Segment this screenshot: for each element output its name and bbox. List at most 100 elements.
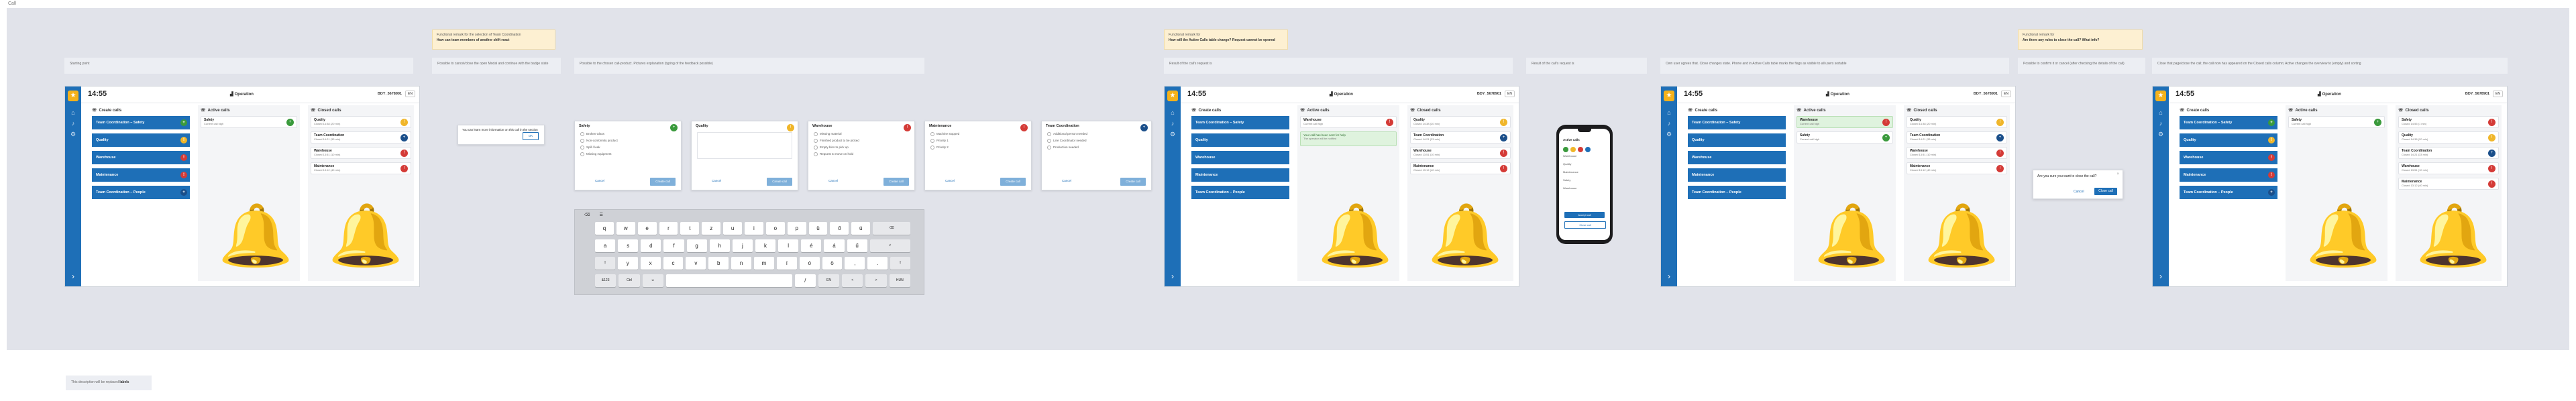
left-arrow-key[interactable]: <: [842, 274, 863, 287]
create-call-button[interactable]: Create call: [1000, 178, 1026, 186]
right-arrow-key[interactable]: >: [865, 274, 887, 287]
home-icon[interactable]: ⌂: [2157, 109, 2164, 116]
key[interactable]: á: [824, 239, 845, 252]
key[interactable]: v: [686, 257, 706, 270]
key[interactable]: x: [640, 257, 661, 270]
language-select[interactable]: EN: [405, 91, 415, 97]
active-call-card[interactable]: Safety Current call high +: [2288, 116, 2385, 128]
closed-call-card[interactable]: Team Coordination Closed 14:21 (33 min) +: [1907, 131, 2007, 144]
expand-sidebar-icon[interactable]: ›: [1168, 272, 1177, 281]
key[interactable]: é: [801, 239, 822, 252]
closed-call-card[interactable]: Team Coordination Closed 14:21 (33 min) +: [2398, 147, 2499, 159]
key[interactable]: .: [867, 257, 888, 270]
create-safety-button[interactable]: Team Coordination – Safety +: [2180, 116, 2277, 129]
closed-call-card[interactable]: Warehouse Closed 13:51 (10 min)!: [1410, 147, 1511, 159]
settings-icon[interactable]: ⚙: [1666, 131, 1672, 137]
closed-call-card[interactable]: Team Coordination Closed 14:21 (33 min) +: [311, 131, 411, 144]
menu-icon[interactable]: ☰: [599, 213, 602, 217]
key[interactable]: h: [709, 239, 730, 252]
option[interactable]: Priority 1: [925, 137, 1031, 144]
active-call-card[interactable]: Safety Current call high +: [201, 116, 297, 128]
closed-call-card[interactable]: Safety Closed 14:55 (1 min)!: [2398, 116, 2499, 128]
option[interactable]: Finished product to be picked: [808, 137, 914, 144]
key[interactable]: k: [755, 239, 776, 252]
closed-call-card[interactable]: Warehouse Closed 13:51 (10 min)!: [1907, 147, 2007, 159]
cancel-button[interactable]: Cancel: [1062, 179, 1071, 182]
bell-nav-icon[interactable]: ♪: [1666, 120, 1672, 127]
create-quality-button[interactable]: Quality!: [92, 133, 190, 147]
key[interactable]: ú: [851, 222, 871, 235]
closed-call-card[interactable]: Maintenance Closed 13:12 (40 min)!: [2398, 178, 2499, 190]
option[interactable]: Request to move on hold: [808, 151, 914, 158]
phone-row[interactable]: Safety: [1563, 178, 1570, 182]
create-maintenance-button[interactable]: Maintenance: [1191, 168, 1289, 182]
user-name[interactable]: BDY_5678901: [1974, 92, 1998, 96]
accept-call-button[interactable]: Accept call: [1564, 212, 1605, 218]
key[interactable]: p: [787, 222, 806, 235]
key[interactable]: r: [659, 222, 678, 235]
slash-key[interactable]: /: [794, 274, 816, 287]
create-quality-button[interactable]: Quality: [1688, 133, 1786, 147]
enter-key[interactable]: ↵: [869, 239, 910, 252]
emoji-key[interactable]: ☺: [642, 274, 663, 287]
phone-row[interactable]: Warehouse: [1563, 154, 1576, 158]
key[interactable]: f: [663, 239, 684, 252]
key[interactable]: o: [765, 222, 785, 235]
confirm-close-button[interactable]: Close call: [2094, 188, 2117, 195]
active-call-card[interactable]: Warehouse Current call high!: [1796, 116, 1893, 128]
cancel-button[interactable]: Cancel: [828, 179, 838, 182]
key[interactable]: t: [680, 222, 700, 235]
create-people-button[interactable]: Team Coordination – People +: [2180, 186, 2277, 199]
closed-call-card[interactable]: Warehouse Closed 13:51 (10 min)!: [2398, 162, 2499, 174]
closed-call-card[interactable]: Quality Closed 14:38 (20 min)!: [1907, 116, 2007, 128]
option[interactable]: Broken Glass: [575, 131, 681, 137]
language-select[interactable]: EN: [2493, 91, 2503, 97]
key[interactable]: ó: [799, 257, 820, 270]
cancel-button[interactable]: Cancel: [595, 179, 604, 182]
closed-call-card[interactable]: Quality Closed 14:38 (20 min)!: [311, 116, 411, 128]
option[interactable]: Line Coordinator needed: [1042, 137, 1151, 144]
create-warehouse-button[interactable]: Warehouse!: [2180, 151, 2277, 164]
key[interactable]: e: [637, 222, 657, 235]
key[interactable]: ,: [845, 257, 865, 270]
create-warehouse-button[interactable]: Warehouse: [1191, 151, 1289, 164]
key[interactable]: d: [641, 239, 661, 252]
create-maintenance-button[interactable]: Maintenance!: [92, 168, 190, 182]
closed-call-card[interactable]: Quality Closed 14:38 (20 min)!: [2398, 131, 2499, 144]
bell-nav-icon[interactable]: ♪: [2157, 120, 2164, 127]
expand-sidebar-icon[interactable]: ›: [68, 272, 78, 281]
home-icon[interactable]: ⌂: [1169, 109, 1176, 116]
expand-sidebar-icon[interactable]: ›: [2156, 272, 2165, 281]
settings-icon[interactable]: ⚙: [2157, 131, 2164, 137]
closed-call-card[interactable]: Team Coordination Closed 14:21 (33 min) +: [1410, 131, 1511, 144]
key[interactable]: ü: [808, 222, 828, 235]
settings-icon[interactable]: ⚙: [70, 131, 76, 137]
closed-call-card[interactable]: Warehouse Closed 13:51 (10 min)!: [311, 147, 411, 159]
phone-row[interactable]: Warehouse: [1563, 186, 1576, 190]
cancel-button[interactable]: Cancel: [945, 179, 955, 182]
phone-row[interactable]: Maintenance: [1563, 170, 1578, 174]
option[interactable]: Missing material: [808, 131, 914, 137]
create-warehouse-button[interactable]: Warehouse!: [92, 151, 190, 164]
key[interactable]: z: [702, 222, 721, 235]
key[interactable]: s: [618, 239, 639, 252]
key[interactable]: i: [745, 222, 763, 235]
create-call-button[interactable]: Create call: [1120, 178, 1146, 186]
key[interactable]: l: [778, 239, 799, 252]
key[interactable]: ö: [822, 257, 843, 270]
language-key[interactable]: EN: [818, 274, 840, 287]
cancel-button[interactable]: Cancel: [2074, 190, 2084, 194]
option[interactable]: Spill / leak: [575, 144, 681, 151]
user-name[interactable]: BDY_5678901: [378, 92, 402, 96]
option[interactable]: Production needed: [1042, 144, 1151, 151]
shift-key[interactable]: ⇧: [890, 257, 911, 270]
user-name[interactable]: BDY_5678901: [2465, 92, 2489, 96]
key[interactable]: í: [776, 257, 797, 270]
create-people-button[interactable]: Team Coordination – People: [1191, 186, 1289, 199]
create-safety-button[interactable]: Team Coordination – Safety: [1688, 116, 1786, 129]
active-call-card[interactable]: Warehouse Current call high!: [1300, 116, 1397, 128]
option[interactable]: Empty bins to pick up: [808, 144, 914, 151]
key[interactable]: ű: [847, 239, 867, 252]
close-call-button[interactable]: Close call: [1564, 221, 1606, 229]
key[interactable]: a: [595, 239, 616, 252]
